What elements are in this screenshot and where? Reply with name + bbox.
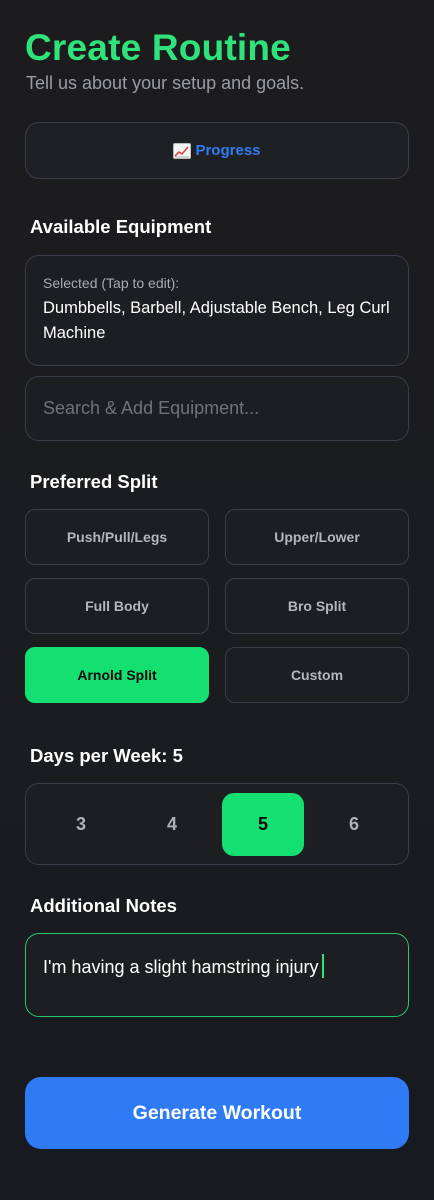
selected-equipment-box[interactable]: Selected (Tap to edit): Dumbbells, Barbe… bbox=[25, 255, 409, 366]
split-option-arnold-split[interactable]: Arnold Split bbox=[25, 647, 209, 703]
equipment-search-field[interactable] bbox=[25, 376, 409, 441]
chart-increasing-icon bbox=[173, 142, 192, 159]
split-option-custom[interactable]: Custom bbox=[225, 647, 409, 703]
text-cursor bbox=[321, 954, 324, 978]
days-per-week-selector: 3 4 5 6 bbox=[25, 783, 409, 865]
split-section-label: Preferred Split bbox=[30, 471, 158, 492]
days-section-label: Days per Week: 5 bbox=[30, 745, 183, 766]
equipment-section-label: Available Equipment bbox=[30, 216, 212, 237]
progress-button[interactable]: Progress bbox=[25, 122, 409, 179]
selected-equipment-hint: Selected (Tap to edit): bbox=[43, 275, 180, 291]
split-option-upper-lower[interactable]: Upper/Lower bbox=[225, 509, 409, 565]
split-option-bro-split[interactable]: Bro Split bbox=[225, 578, 409, 634]
day-option-6[interactable]: 6 bbox=[313, 793, 395, 856]
page-subtitle: Tell us about your setup and goals. bbox=[26, 73, 305, 93]
generate-workout-button[interactable]: Generate Workout bbox=[25, 1077, 409, 1149]
selected-equipment-list: Dumbbells, Barbell, Adjustable Bench, Le… bbox=[43, 299, 390, 342]
notes-section-label: Additional Notes bbox=[30, 895, 177, 916]
day-option-5[interactable]: 5 bbox=[222, 793, 304, 856]
progress-button-label: Progress bbox=[195, 142, 261, 159]
split-option-push-pull-legs[interactable]: Push/Pull/Legs bbox=[25, 509, 209, 565]
split-option-full-body[interactable]: Full Body bbox=[25, 578, 209, 634]
additional-notes-field[interactable]: I'm having a slight hamstring injury bbox=[25, 933, 409, 1017]
day-option-4[interactable]: 4 bbox=[131, 793, 213, 856]
additional-notes-text: I'm having a slight hamstring injury bbox=[43, 957, 319, 977]
equipment-search-input[interactable] bbox=[43, 398, 391, 419]
day-option-3[interactable]: 3 bbox=[40, 793, 122, 856]
page-title: Create Routine bbox=[25, 27, 291, 68]
create-routine-screen: Create Routine Tell us about your setup … bbox=[0, 0, 434, 1200]
